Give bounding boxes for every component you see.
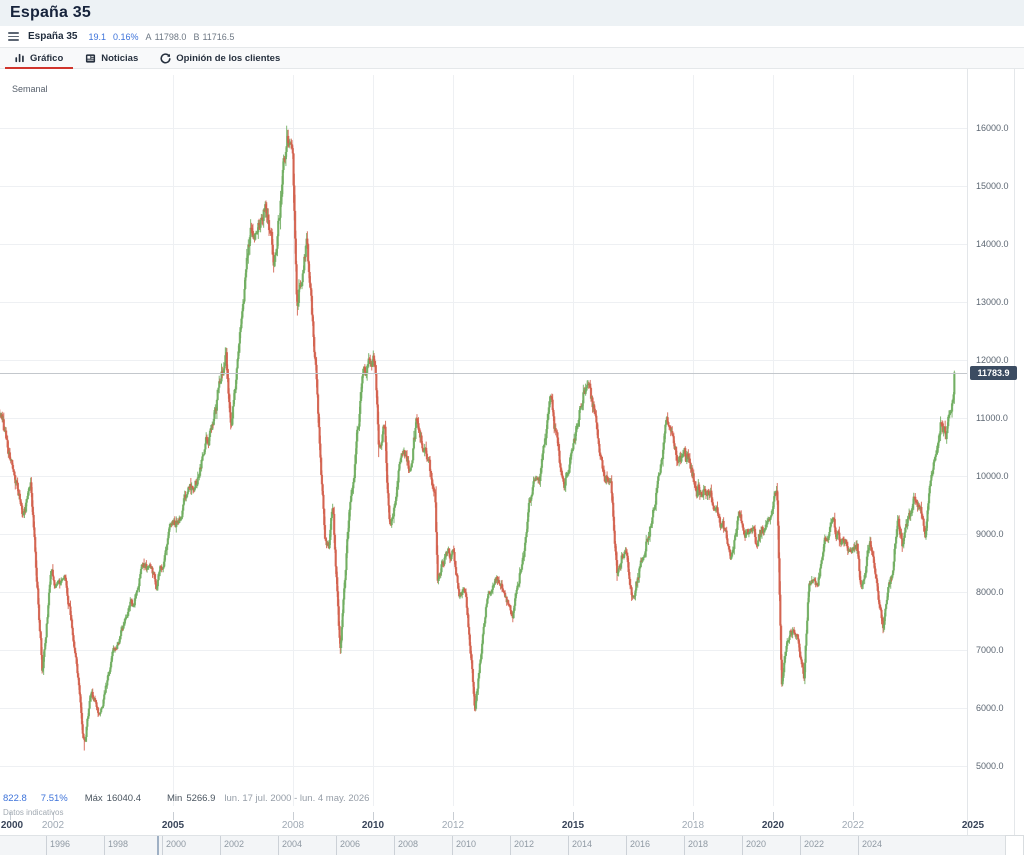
quote-bar: España 35 19.1 0.16% A 11798.0 B 11716.5 [0, 26, 1024, 47]
navigator-tick [46, 836, 47, 855]
change-percent: 0.16% [113, 32, 139, 42]
ask-price: 11798.0 [155, 32, 187, 42]
tab-noticias[interactable]: Noticias [74, 48, 149, 68]
max-value: 16040.4 [107, 793, 141, 804]
navigator-tick [452, 836, 453, 855]
navigator-tick [162, 836, 163, 855]
refresh-icon [160, 53, 171, 64]
navigator-tick [858, 836, 859, 855]
bid-label: B [193, 32, 199, 42]
max-label: Máx [85, 793, 103, 804]
x-axis-label: 2022 [831, 820, 875, 831]
navigator-tick [684, 836, 685, 855]
navigator-year-label: 2018 [688, 839, 708, 849]
navigator-year-label: 2022 [804, 839, 824, 849]
navigator-year-label: 2012 [514, 839, 534, 849]
y-axis-label: 14000.0 [976, 239, 1018, 249]
x-axis-label: 2010 [351, 820, 395, 831]
navigator-end-box[interactable] [1005, 835, 1024, 855]
navigator-year-label: 2020 [746, 839, 766, 849]
navigator-year-label: 2016 [630, 839, 650, 849]
tab-bar: Gráfico Noticias Opinión de los clientes [0, 47, 1024, 69]
period-change-pct: 7.51% [41, 793, 68, 804]
x-axis-label: 2008 [271, 820, 315, 831]
chart-icon [15, 53, 25, 63]
y-axis-label: 15000.0 [976, 181, 1018, 191]
y-axis-label: 16000.0 [976, 123, 1018, 133]
navigator-tick [220, 836, 221, 855]
navigator-tick [568, 836, 569, 855]
tab-opinion[interactable]: Opinión de los clientes [149, 48, 291, 68]
x-axis-label: 2020 [751, 820, 795, 831]
change-value: 19.1 [88, 32, 106, 42]
tab-label: Opinión de los clientes [176, 53, 280, 64]
navigator-tick [104, 836, 105, 855]
navigator-tick [278, 836, 279, 855]
x-axis-label: 2018 [671, 820, 715, 831]
navigator-year-label: 1998 [108, 839, 128, 849]
x-axis-label: 2002 [31, 820, 75, 831]
price-chart-canvas[interactable] [0, 69, 968, 835]
tab-label: Noticias [101, 53, 138, 64]
indicative-data-note: Datos indicativos [3, 808, 63, 817]
navigator-tick [626, 836, 627, 855]
navigator-year-label: 2024 [862, 839, 882, 849]
page-header: España 35 [0, 0, 1024, 26]
y-axis-label: 8000.0 [976, 587, 1018, 597]
x-axis-label: 2005 [151, 820, 195, 831]
navigator-year-label: 2014 [572, 839, 592, 849]
navigator-year-label: 2008 [398, 839, 418, 849]
navigator-year-label: 1996 [50, 839, 70, 849]
y-axis-label: 13000.0 [976, 297, 1018, 307]
interval-label: Semanal [12, 84, 48, 94]
news-icon [85, 53, 96, 64]
y-axis-label: 6000.0 [976, 703, 1018, 713]
navigator-tick [510, 836, 511, 855]
navigator-tick [394, 836, 395, 855]
x-axis-label: 2012 [431, 820, 475, 831]
timeline-navigator[interactable]: 1996 1998 2000 2002 2004 2006 2008 2010 2012 2014… [0, 835, 1005, 855]
y-axis-label: 9000.0 [976, 529, 1018, 539]
y-axis-label: 11000.0 [976, 413, 1018, 423]
x-axis-label: 2025 [951, 820, 995, 831]
x-axis-label: 2000 [0, 820, 34, 831]
ask-label: A [146, 32, 152, 42]
navigator-year-label: 2002 [224, 839, 244, 849]
navigator-year-label: 2010 [456, 839, 476, 849]
date-range: lun. 17 jul. 2000 - lun. 4 may. 2026 [224, 793, 369, 804]
navigator-tick [800, 836, 801, 855]
y-axis-label: 10000.0 [976, 471, 1018, 481]
period-change-abs: 822.8 [3, 793, 27, 804]
current-price-badge: 11783.9 [970, 366, 1017, 380]
navigator-range-handle[interactable] [157, 836, 159, 855]
navigator-year-label: 2000 [166, 839, 186, 849]
navigator-year-label: 2006 [340, 839, 360, 849]
chart-panel: Semanal 16000.0 15000.0 14000.0 13000.0 1200… [0, 69, 1015, 849]
y-axis-label: 12000.0 [976, 355, 1018, 365]
tab-label: Gráfico [30, 53, 63, 64]
min-label: Min [167, 793, 182, 804]
navigator-year-label: 2004 [282, 839, 302, 849]
menu-icon[interactable] [8, 32, 19, 40]
page-title: España 35 [10, 4, 91, 22]
chart-stats: 822.8 7.51% Máx 16040.4 Min 5266.9 lun. … [3, 793, 369, 804]
navigator-tick [336, 836, 337, 855]
y-axis-label: 5000.0 [976, 761, 1018, 771]
x-axis-label: 2015 [551, 820, 595, 831]
tab-grafico[interactable]: Gráfico [4, 48, 74, 68]
y-axis-label: 7000.0 [976, 645, 1018, 655]
instrument-name: España 35 [28, 31, 77, 42]
min-value: 5266.9 [186, 793, 215, 804]
navigator-tick [742, 836, 743, 855]
bid-price: 11716.5 [202, 32, 234, 42]
